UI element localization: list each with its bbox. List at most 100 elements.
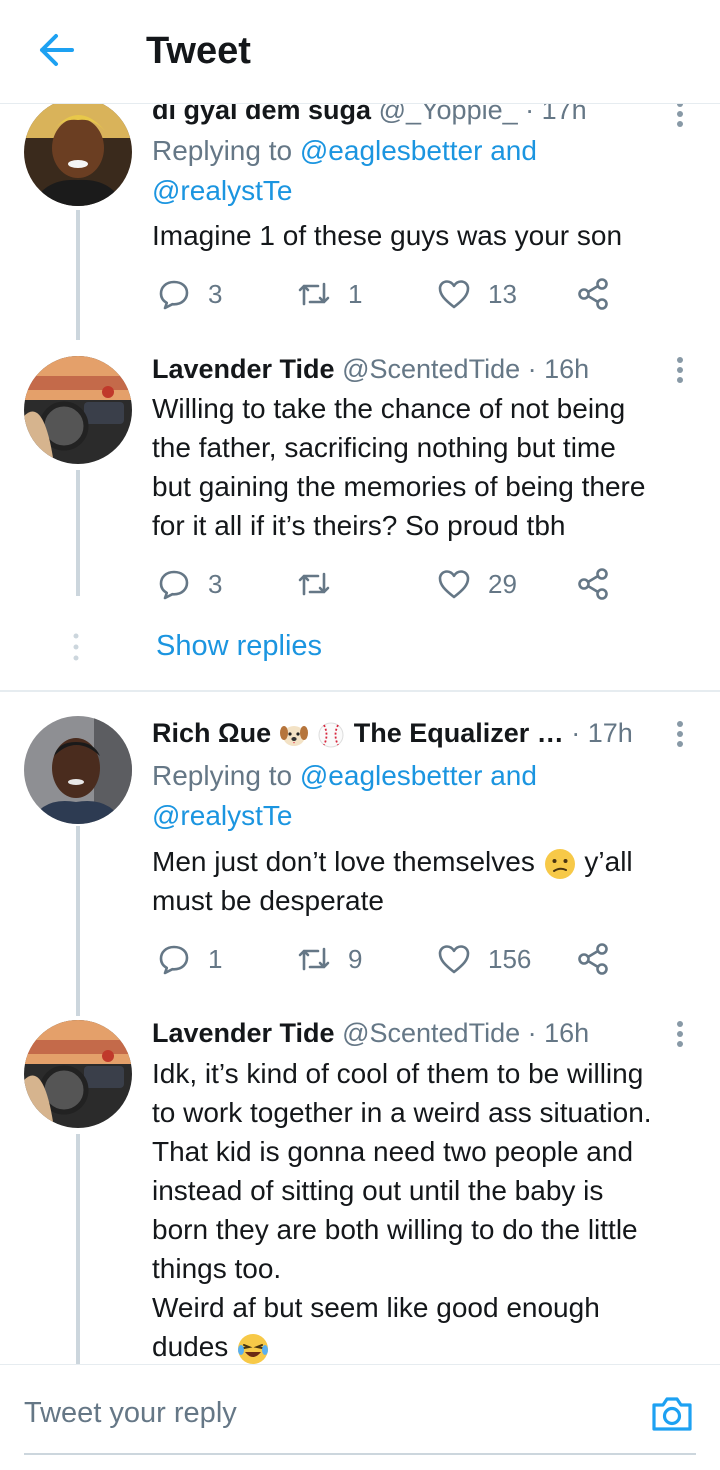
tweet-text-line: Idk, it’s kind of cool of them to be wil… xyxy=(152,1058,644,1089)
thread-line xyxy=(76,210,80,340)
like-count: 156 xyxy=(488,943,532,974)
page-title: Tweet xyxy=(146,30,251,72)
tweet-text: Idk, it’s kind of cool of them to be wil… xyxy=(152,1054,700,1366)
input-underline xyxy=(24,1453,696,1455)
top-app-bar: Tweet xyxy=(0,0,720,104)
avatar[interactable] xyxy=(24,98,132,206)
avatar[interactable] xyxy=(24,356,132,464)
retweet-icon xyxy=(298,282,330,306)
thread-line xyxy=(76,826,80,1016)
tweet-actions: 3 1 13 xyxy=(152,274,632,314)
reply-count: 3 xyxy=(208,278,223,309)
tweet-text-line: to work together in a weird ass situatio… xyxy=(152,1097,652,1128)
tweet-text-line: the father, sacrificing nothing but time xyxy=(152,432,616,463)
tweet-meta: Lavender Tide @ScentedTide · 16h xyxy=(152,354,589,385)
avatar[interactable] xyxy=(24,716,132,824)
share-icon xyxy=(578,568,608,600)
tweet-text-line: Men just don’t love themselves xyxy=(152,846,535,877)
reply-composer: Tweet your reply xyxy=(0,1364,720,1470)
tweet-actions: 3 29 xyxy=(152,564,632,604)
like-button[interactable]: 13 xyxy=(436,274,517,314)
more-options-icon[interactable] xyxy=(668,1018,692,1050)
share-button[interactable] xyxy=(576,939,628,979)
tweet-meta: Lavender Tide @ScentedTide · 16h xyxy=(152,1018,589,1049)
mention-link[interactable]: @realystTe xyxy=(152,175,292,206)
timestamp: · 16h xyxy=(527,1018,590,1048)
mention-link[interactable]: @realystTe xyxy=(152,800,292,831)
thread-line xyxy=(76,470,80,596)
retweet-button[interactable] xyxy=(296,564,348,604)
share-icon xyxy=(578,943,608,975)
tweet-text-line: born they are both willing to do the lit… xyxy=(152,1214,638,1245)
reply-feed: di gyal dem suga @_Yoppie_ · 17h Replyin… xyxy=(0,0,720,1366)
mention-and[interactable]: and xyxy=(490,135,537,166)
tweet-text-line: for it all if it’s theirs? So proud tbh xyxy=(152,510,566,541)
timestamp: · 16h xyxy=(527,354,590,384)
tweet-text-line: but gaining the memories of being there xyxy=(152,471,646,502)
reply-icon xyxy=(159,945,189,975)
mention-link[interactable]: @eaglesbetter xyxy=(300,135,483,166)
retweet-count: 9 xyxy=(348,943,363,974)
like-count: 29 xyxy=(488,568,517,599)
retweet-button[interactable]: 9 xyxy=(296,939,362,979)
tweet-text-line: things too. xyxy=(152,1253,282,1284)
retweet-icon xyxy=(298,572,330,596)
like-count: 13 xyxy=(488,278,517,309)
retweet-button[interactable]: 1 xyxy=(296,274,362,314)
like-icon xyxy=(438,945,470,974)
dog-emoji-icon xyxy=(279,721,309,749)
camera-icon[interactable] xyxy=(650,1393,694,1433)
like-icon xyxy=(438,280,470,309)
more-options-icon[interactable] xyxy=(668,718,692,750)
back-arrow-icon[interactable] xyxy=(36,32,76,68)
tweet-text: Men just don’t love themselves y’all mus… xyxy=(152,842,700,920)
reply-icon xyxy=(159,570,189,600)
tweet-meta: Rich Ωue The Equalizer … · 17h xyxy=(152,718,633,749)
like-icon xyxy=(438,570,470,599)
thread-line xyxy=(76,1134,80,1366)
reply-button[interactable]: 3 xyxy=(156,274,222,314)
more-options-icon[interactable] xyxy=(668,354,692,386)
avatar[interactable] xyxy=(24,1020,132,1128)
like-button[interactable]: 156 xyxy=(436,939,531,979)
mention-link[interactable]: @eaglesbetter xyxy=(300,760,483,791)
reply-count: 1 xyxy=(208,943,223,974)
handle[interactable]: @ScentedTide xyxy=(342,354,520,384)
tweet-text: Willing to take the chance of not being … xyxy=(152,389,700,545)
reply-button[interactable]: 1 xyxy=(156,939,222,979)
retweet-count: 1 xyxy=(348,278,363,309)
retweet-icon xyxy=(298,947,330,971)
reply-count: 3 xyxy=(208,568,223,599)
tweet-text-line: dudes xyxy=(152,1331,229,1362)
handle[interactable]: @ScentedTide xyxy=(342,1018,520,1048)
reply-button[interactable]: 3 xyxy=(156,564,222,604)
tweet-text-line: Weird af but seem like good enough xyxy=(152,1292,600,1323)
tweet-text-line: must be desperate xyxy=(152,885,384,916)
display-name[interactable]: Lavender Tide xyxy=(152,1018,335,1048)
share-icon xyxy=(578,278,608,310)
replying-to: Replying to @eaglesbetter and @realystTe xyxy=(152,756,537,836)
baseball-emoji-icon xyxy=(316,721,346,749)
divider xyxy=(0,690,720,692)
tweet-text-line: Willing to take the chance of not being xyxy=(152,393,626,424)
like-button[interactable]: 29 xyxy=(436,564,517,604)
tweet-actions: 1 9 156 xyxy=(152,939,632,979)
show-replies-link[interactable]: Show replies xyxy=(156,630,322,663)
reply-icon xyxy=(159,280,189,310)
tweet-text: Imagine 1 of these guys was your son xyxy=(152,220,623,251)
reply-input[interactable]: Tweet your reply xyxy=(24,1397,237,1430)
thread-dots xyxy=(72,632,80,667)
timestamp: · 17h xyxy=(571,718,633,748)
confused-emoji-icon xyxy=(543,847,577,881)
share-button[interactable] xyxy=(576,274,628,314)
replying-prefix: Replying to xyxy=(152,135,293,166)
display-name-suffix[interactable]: The Equalizer … xyxy=(354,718,564,748)
share-button[interactable] xyxy=(576,564,628,604)
display-name[interactable]: Rich Ωue xyxy=(152,718,271,748)
mention-and[interactable]: and xyxy=(490,760,537,791)
display-name[interactable]: Lavender Tide xyxy=(152,354,335,384)
tweet-text-line: That kid is gonna need two people and xyxy=(152,1136,634,1167)
laughing-emoji-icon xyxy=(236,1332,270,1366)
replying-to: Replying to @eaglesbetter and @realystTe xyxy=(152,131,537,211)
tweet-text-line: y’all xyxy=(584,846,633,877)
